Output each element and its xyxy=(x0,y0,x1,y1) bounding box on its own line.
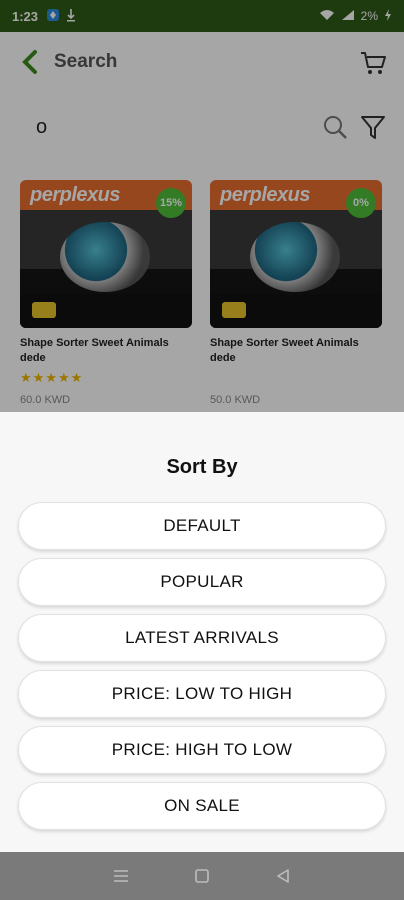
sort-price-low-high-button[interactable]: PRICE: LOW TO HIGH xyxy=(18,670,386,718)
square-icon xyxy=(195,869,209,883)
nav-back-button[interactable] xyxy=(271,864,295,888)
sort-title: Sort By xyxy=(166,456,238,478)
sort-options: DEFAULT POPULAR LATEST ARRIVALS PRICE: L… xyxy=(18,502,386,838)
system-nav-bar xyxy=(0,852,404,900)
modal-scrim[interactable] xyxy=(0,0,404,412)
sort-price-high-low-button[interactable]: PRICE: HIGH TO LOW xyxy=(18,726,386,774)
sort-default-button[interactable]: DEFAULT xyxy=(18,502,386,550)
sort-latest-button[interactable]: LATEST ARRIVALS xyxy=(18,614,386,662)
sort-on-sale-button[interactable]: ON SALE xyxy=(18,782,386,830)
nav-home-button[interactable] xyxy=(190,864,214,888)
sort-popular-button[interactable]: POPULAR xyxy=(18,558,386,606)
triangle-back-icon xyxy=(277,869,290,883)
nav-recents-button[interactable] xyxy=(109,864,133,888)
menu-icon xyxy=(113,870,128,882)
sort-bottom-sheet: Sort By DEFAULT POPULAR LATEST ARRIVALS … xyxy=(0,412,404,852)
